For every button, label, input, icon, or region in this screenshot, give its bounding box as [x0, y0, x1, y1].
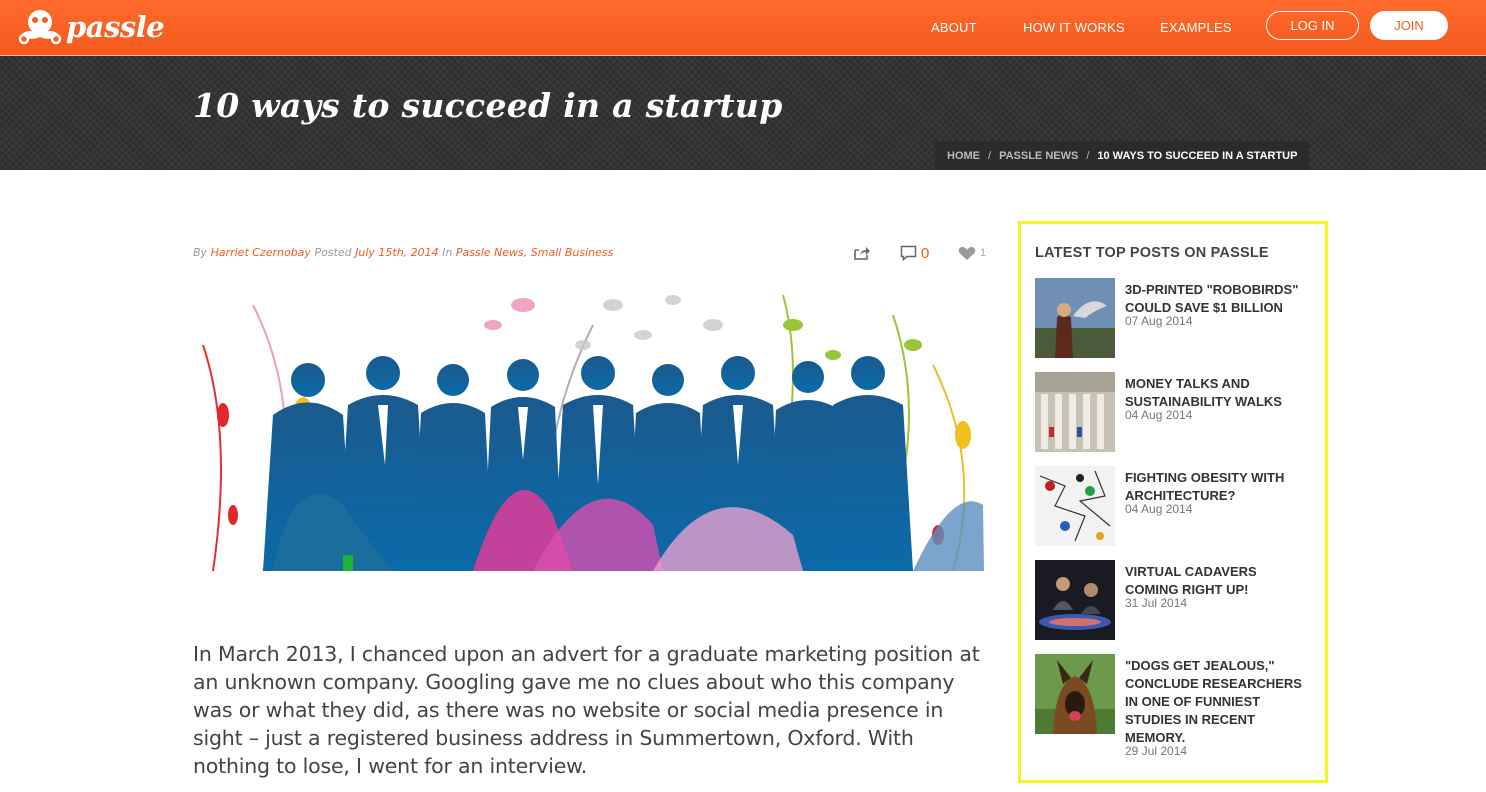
category-link[interactable]: Passle News [456, 246, 524, 259]
sidebar-title: LATEST TOP POSTS ON PASSLE [1035, 245, 1269, 261]
post-title[interactable]: Money Talks and Sustainability Walks [1125, 375, 1305, 411]
post-date: 31 Jul 2014 [1125, 596, 1188, 610]
nav-about[interactable]: ABOUT [931, 20, 977, 35]
article-body: In March 2013, I chanced upon an advert … [193, 642, 980, 778]
title-band: 10 ways to succeed in a startup HOME / P… [0, 56, 1486, 170]
breadcrumb-passle-news[interactable]: PASSLE NEWS [999, 150, 1078, 162]
category-separator: , [523, 246, 528, 259]
post-thumbnail[interactable] [1035, 654, 1115, 734]
sidebar-top-posts: LATEST TOP POSTS ON PASSLE 3D-printed "r… [1018, 221, 1328, 783]
post-title[interactable]: Virtual cadavers coming right up! [1125, 563, 1305, 599]
join-button[interactable]: JOIN [1370, 11, 1448, 40]
author-link[interactable]: Harriet Czernobay [211, 246, 311, 259]
logo[interactable]: passle [18, 8, 165, 46]
nav-how-it-works[interactable]: HOW IT WORKS [1023, 20, 1125, 35]
top-navbar: passle ABOUT HOW IT WORKS EXAMPLES LOG I… [0, 0, 1486, 56]
page-title: 10 ways to succeed in a startup [193, 86, 783, 125]
breadcrumb: HOME / PASSLE NEWS / 10 WAYS TO SUCCEED … [935, 141, 1310, 170]
hero-illustration [202, 294, 984, 571]
post-date: 04 Aug 2014 [1125, 408, 1193, 422]
posted-label: Posted [314, 246, 352, 259]
passle-logo-icon [18, 10, 62, 45]
share-button[interactable] [853, 243, 871, 263]
breadcrumb-current: 10 WAYS TO SUCCEED IN A STARTUP [1097, 149, 1298, 162]
post-title[interactable]: 3D-printed "robobirds" could save $1 bil… [1125, 281, 1305, 317]
post-date: 07 Aug 2014 [1125, 314, 1193, 328]
post-thumbnail[interactable] [1035, 560, 1115, 640]
comment-icon [900, 245, 917, 261]
post-title[interactable]: "Dogs get jealous," conclude researchers… [1125, 657, 1305, 747]
post-thumbnail[interactable] [1035, 372, 1115, 452]
share-icon [854, 247, 870, 260]
comments-button[interactable]: 0 [900, 243, 929, 263]
breadcrumb-separator: / [988, 149, 992, 162]
by-label: By [193, 246, 208, 259]
like-button[interactable]: 1 [958, 243, 986, 263]
login-button[interactable]: LOG IN [1266, 11, 1359, 40]
post-date: 29 Jul 2014 [1125, 744, 1188, 758]
post-date: 04 Aug 2014 [1125, 502, 1193, 516]
nav-examples[interactable]: EXAMPLES [1160, 20, 1232, 35]
post-thumbnail[interactable] [1035, 278, 1115, 358]
post-thumbnail[interactable] [1035, 466, 1115, 546]
heart-icon [958, 246, 976, 260]
like-count: 1 [980, 247, 987, 259]
in-label: In [442, 246, 453, 259]
category-link[interactable]: Small Business [531, 246, 614, 259]
hero-image [193, 285, 984, 571]
logo-text: passle [66, 10, 165, 44]
post-meta: By Harriet Czernobay Posted July 15th, 2… [193, 246, 613, 259]
post-title[interactable]: Fighting obesity with architecture? [1125, 469, 1305, 505]
breadcrumb-home[interactable]: HOME [947, 150, 980, 162]
breadcrumb-separator: / [1086, 149, 1090, 162]
comment-count: 0 [921, 244, 930, 262]
post-date-link[interactable]: July 15th, 2014 [355, 246, 439, 259]
